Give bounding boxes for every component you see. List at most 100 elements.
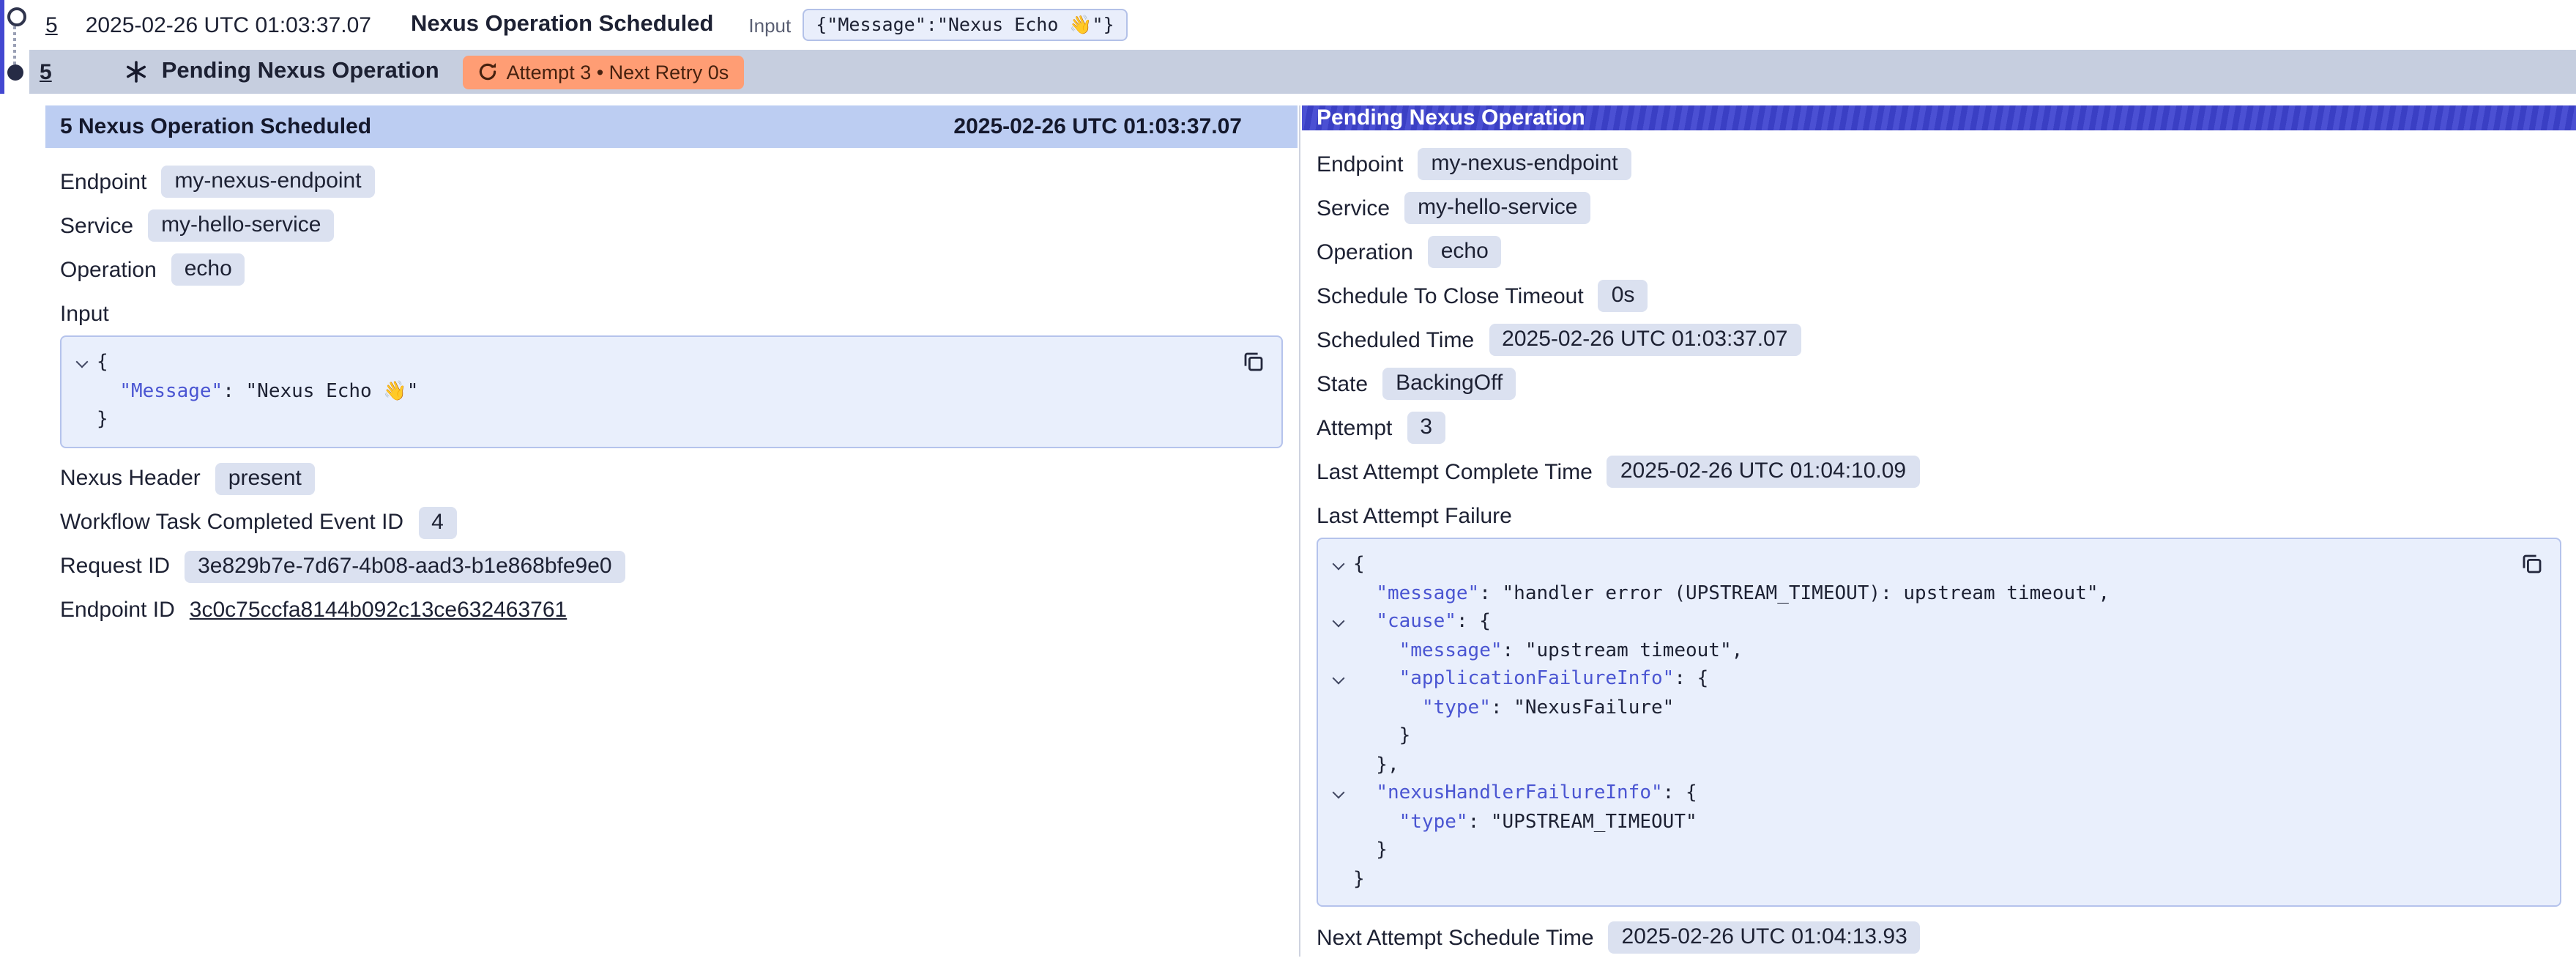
code-line: "message": "handler error (UPSTREAM_TIME…	[1324, 579, 2545, 608]
code-text: {	[97, 349, 108, 377]
code-line: "cause": {	[1324, 608, 2545, 636]
field-value-chip: 3	[1407, 412, 1445, 444]
event-timeline-rows: 5 2025-02-26 UTC 01:03:37.07 Nexus Opera…	[0, 0, 2576, 94]
endpoint-id-link[interactable]: 3c0c75ccfa8144b092c13ce632463761	[190, 598, 567, 623]
copy-failure-button[interactable]	[2517, 549, 2547, 579]
pending-panel-header: Pending Nexus Operation	[1302, 105, 2576, 130]
code-line: "message": "upstream timeout",	[1324, 636, 2545, 665]
caret-spacer	[1324, 636, 1353, 665]
code-text: {	[1353, 551, 1365, 579]
field-operation: Operation echo	[1317, 236, 2561, 268]
scheduled-panel-timestamp: 2025-02-26 UTC 01:03:37.07	[953, 114, 1283, 139]
field-label: State	[1317, 371, 1368, 396]
caret-spacer	[1324, 751, 1353, 779]
event-id-link[interactable]: 5	[45, 12, 58, 37]
field-value-chip: echo	[1428, 236, 1502, 268]
code-line: "nexusHandlerFailureInfo": {	[1324, 779, 2545, 808]
app-root: 5 2025-02-26 UTC 01:03:37.07 Nexus Opera…	[0, 0, 2576, 957]
scheduled-event-panel: 5 Nexus Operation Scheduled 2025-02-26 U…	[45, 105, 1298, 957]
code-text: }	[97, 406, 108, 434]
code-line: }	[1324, 836, 2545, 865]
code-line: "Message": "Nexus Echo 👋"	[67, 377, 1267, 406]
collapse-caret-icon[interactable]	[1324, 779, 1353, 808]
field-value-chip: 0s	[1598, 280, 1648, 312]
field-operation: Operation echo	[60, 253, 1283, 286]
field-value-chip: my-hello-service	[148, 209, 334, 242]
field-value-chip: my-nexus-endpoint	[1418, 148, 1631, 180]
field-label: Operation	[1317, 240, 1413, 264]
code-line: {	[1324, 551, 2545, 579]
field-value-chip: 2025-02-26 UTC 01:03:37.07	[1489, 324, 1801, 356]
field-endpoint-id: Endpoint ID 3c0c75ccfa8144b092c13ce63246…	[60, 594, 1283, 626]
field-endpoint: Endpoint my-nexus-endpoint	[60, 166, 1283, 198]
field-value-chip: 4	[418, 506, 457, 538]
input-preview-chip: {"Message":"Nexus Echo 👋"}	[803, 9, 1127, 41]
pending-title: Pending Nexus Operation	[162, 59, 439, 85]
collapse-caret-icon[interactable]	[67, 349, 97, 377]
code-text: "message": "handler error (UPSTREAM_TIME…	[1353, 579, 2110, 608]
field-last-attempt-failure-section: Last Attempt Failure	[1317, 500, 2561, 532]
event-timestamp: 2025-02-26 UTC 01:03:37.07	[86, 12, 371, 37]
retry-attempt-badge: Attempt 3 • Next Retry 0s	[463, 55, 744, 89]
code-text: "message": "upstream timeout",	[1353, 636, 1743, 665]
field-value-chip: BackingOff	[1382, 368, 1516, 400]
field-label: Operation	[60, 257, 157, 282]
pending-event-id-link[interactable]: 5	[40, 59, 52, 84]
code-text: }	[1353, 722, 1410, 751]
field-label: Service	[1317, 196, 1390, 220]
caret-spacer	[1324, 808, 1353, 836]
field-nexus-header: Nexus Header present	[60, 462, 1283, 494]
event-title: Nexus Operation Scheduled	[411, 12, 713, 38]
field-label: Request ID	[60, 554, 170, 579]
field-value-chip: 3e829b7e-7d67-4b08-aad3-b1e868bfe9e0	[185, 550, 625, 582]
field-label: Service	[60, 213, 133, 238]
failure-code-lines: { "message": "handler error (UPSTREAM_TI…	[1324, 551, 2545, 894]
field-last-attempt-complete-time: Last Attempt Complete Time 2025-02-26 UT…	[1317, 456, 2561, 488]
field-attempt: Attempt 3	[1317, 412, 2561, 444]
code-text: "applicationFailureInfo": {	[1353, 665, 1708, 694]
code-line: "applicationFailureInfo": {	[1324, 665, 2545, 694]
collapse-caret-icon[interactable]	[1324, 665, 1353, 694]
field-next-attempt-schedule-time: Next Attempt Schedule Time 2025-02-26 UT…	[1317, 921, 2561, 954]
code-line: {	[67, 349, 1267, 377]
pending-operation-row[interactable]: 5 Pending Nexus Operation Attempt 3 • Ne…	[29, 50, 2576, 94]
caret-spacer	[1324, 865, 1353, 894]
field-wft-completed-event-id: Workflow Task Completed Event ID 4	[60, 506, 1283, 538]
input-section-label: Input	[60, 301, 109, 326]
last-attempt-failure-label: Last Attempt Failure	[1317, 503, 1512, 528]
retry-badge-label: Attempt 3 • Next Retry 0s	[507, 61, 729, 83]
field-value-chip: my-hello-service	[1404, 192, 1590, 224]
collapse-caret-icon[interactable]	[1324, 551, 1353, 579]
field-label: Scheduled Time	[1317, 327, 1474, 352]
event-summary-row[interactable]: 5 2025-02-26 UTC 01:03:37.07 Nexus Opera…	[29, 0, 2576, 50]
scheduled-panel-title: 5 Nexus Operation Scheduled	[60, 114, 371, 139]
failure-code-block: { "message": "handler error (UPSTREAM_TI…	[1317, 538, 2561, 907]
timeline-node-circle-icon	[7, 7, 26, 26]
caret-spacer	[1324, 836, 1353, 865]
field-label: Endpoint	[1317, 152, 1403, 177]
code-line: "type": "UPSTREAM_TIMEOUT"	[1324, 808, 2545, 836]
code-line: }	[67, 406, 1267, 434]
code-text: "cause": {	[1353, 608, 1491, 636]
panel-divider	[1299, 105, 1300, 957]
code-text: "type": "UPSTREAM_TIMEOUT"	[1353, 808, 1697, 836]
caret-spacer	[1324, 694, 1353, 722]
field-label: Endpoint ID	[60, 598, 175, 623]
scheduled-panel-header: 5 Nexus Operation Scheduled 2025-02-26 U…	[45, 105, 1298, 148]
field-state: State BackingOff	[1317, 368, 2561, 400]
input-code-block: { "Message": "Nexus Echo 👋"}	[60, 335, 1283, 448]
timeline-accent-bar	[0, 0, 4, 94]
code-text: "nexusHandlerFailureInfo": {	[1353, 779, 1697, 808]
copy-input-button[interactable]	[1239, 347, 1268, 376]
field-request-id: Request ID 3e829b7e-7d67-4b08-aad3-b1e86…	[60, 550, 1283, 582]
field-label: Schedule To Close Timeout	[1317, 283, 1584, 308]
field-service: Service my-hello-service	[1317, 192, 2561, 224]
pending-asterisk-icon	[125, 60, 149, 83]
code-line: }	[1324, 865, 2545, 894]
field-value-chip: 2025-02-26 UTC 01:04:10.09	[1607, 456, 1919, 488]
collapse-caret-icon[interactable]	[1324, 608, 1353, 636]
scheduled-panel-body: Endpoint my-nexus-endpoint Service my-he…	[45, 148, 1298, 653]
caret-spacer	[1324, 722, 1353, 751]
code-text: "type": "NexusFailure"	[1353, 694, 1674, 722]
retry-icon	[477, 62, 498, 82]
